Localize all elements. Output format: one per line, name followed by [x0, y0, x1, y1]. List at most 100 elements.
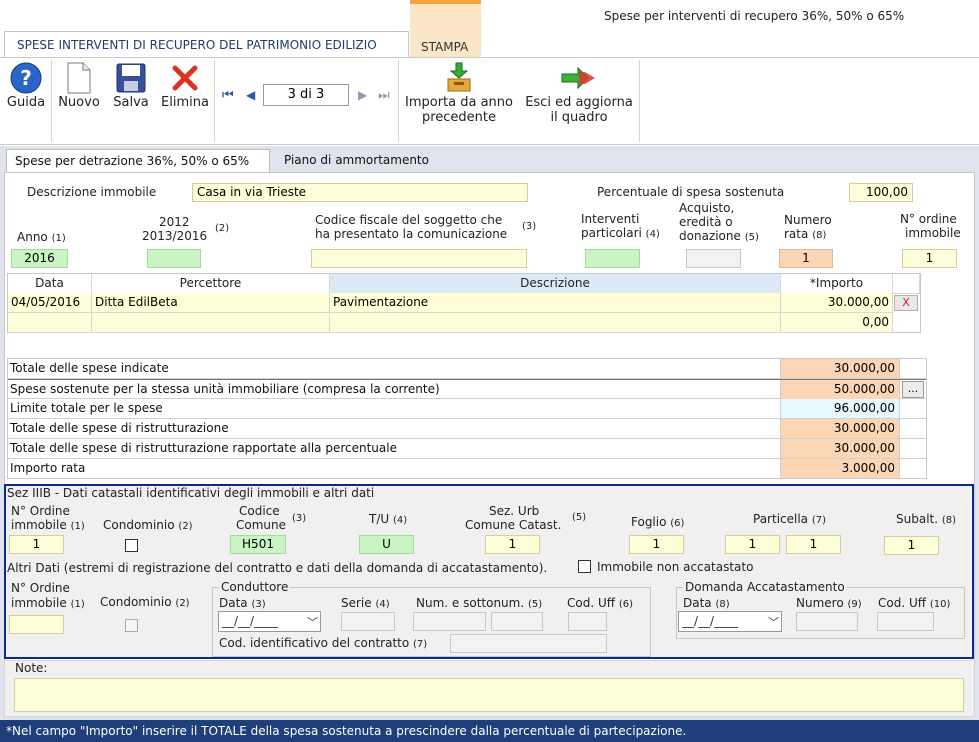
table-cell-data[interactable]: [8, 313, 92, 333]
descr-label: Descrizione immobile: [27, 185, 157, 199]
sez-cc-label-2: Comune: [236, 518, 287, 532]
particella-input-1[interactable]: 1: [725, 535, 780, 554]
table-cell-data[interactable]: 04/05/2016: [8, 293, 92, 313]
table-cell-percettore[interactable]: [92, 313, 330, 333]
y-note: (2): [215, 223, 230, 234]
grid-header-blank: [893, 274, 920, 294]
int-label-2: particolari (4): [581, 226, 660, 240]
subalterno-input[interactable]: 1: [884, 536, 939, 555]
save-label: Salva: [113, 95, 149, 110]
sez-tu-label: T/U (4): [369, 512, 408, 526]
sezione-urbana-input[interactable]: 1: [485, 535, 540, 554]
totals-label: Importo rata: [10, 461, 86, 475]
sez-sub-label: Subalt. (8): [896, 512, 957, 526]
chevron-down-icon[interactable]: ﹀: [307, 613, 318, 632]
domanda-numero-input: [796, 612, 858, 631]
subtab-piano-ammortamento[interactable]: Piano di ammortamento: [284, 153, 429, 167]
note-label: Note:: [15, 661, 48, 675]
codice-comune-input[interactable]: H501: [230, 535, 286, 554]
save-icon: [116, 63, 146, 93]
last-record-icon[interactable]: ⏭: [378, 88, 390, 103]
grid-header-percettore[interactable]: Percettore: [92, 274, 330, 294]
rata-label-1: Numero: [784, 213, 832, 227]
totals-row: Totale delle spese di ristrutturazione r…: [8, 439, 926, 459]
help-button[interactable]: ? Guida: [4, 58, 48, 144]
subtab-spese-detrazione[interactable]: Spese per detrazione 36%, 50% o 65%: [6, 149, 270, 173]
cod-uff-input: [568, 612, 607, 631]
c-uff-label: Cod. Uff (6): [567, 596, 634, 610]
ord-label-2: immobile: [905, 226, 961, 240]
int-label-1: Interventi: [581, 212, 640, 226]
foglio-input[interactable]: 1: [629, 535, 684, 554]
note-textarea[interactable]: [14, 678, 964, 712]
chevron-down-icon[interactable]: ﹀: [768, 613, 779, 632]
conduttore-date-picker[interactable]: __/__/____ ﹀: [218, 611, 321, 632]
totals-row: Limite totale per le spese 96.000,00: [8, 399, 926, 419]
domanda-date-picker[interactable]: __/__/____ ﹀: [678, 611, 782, 632]
altri-condominio-checkbox: [125, 619, 138, 632]
table-cell-descrizione[interactable]: Pavimentazione: [330, 293, 781, 313]
domanda-title: Domanda Accatastamento: [683, 580, 847, 594]
interventi-particolari-input[interactable]: [585, 249, 640, 268]
rata-label-2: rata (8): [784, 227, 827, 241]
totals-label: Spese sostenute per la stessa unità immo…: [10, 382, 440, 396]
ordine-immobile-input[interactable]: 1: [902, 249, 957, 268]
d-uff-label: Cod. Uff (10): [878, 596, 951, 610]
descrizione-immobile-input[interactable]: Casa in via Trieste: [192, 183, 528, 202]
c-serie-label: Serie (4): [341, 596, 390, 610]
acq-label-2: eredità o: [679, 215, 733, 229]
exit-update-button[interactable]: Esci ed aggiorna il quadro: [520, 58, 638, 144]
codice-fiscale-input[interactable]: [311, 249, 527, 268]
table-cell-importo[interactable]: 30.000,00: [781, 293, 893, 313]
tab-spese-interventi[interactable]: SPESE INTERVENTI DI RECUPERO DEL PATRIMO…: [4, 31, 409, 57]
help-icon: ?: [10, 62, 42, 94]
cf-label-1: Codice fiscale del soggetto che: [315, 213, 503, 227]
totals-label: Limite totale per le spese: [10, 401, 163, 415]
particella-input-2[interactable]: 1: [786, 535, 841, 554]
y2012-input[interactable]: [147, 249, 201, 268]
table-cell-percettore[interactable]: Ditta EdilBeta: [92, 293, 330, 313]
window-title: Spese per interventi di recupero 36%, 50…: [604, 9, 905, 23]
sez-sez-note: (5): [572, 512, 587, 523]
totals-row: Spese sostenute per la stessa unità immo…: [8, 379, 926, 399]
sez-part-label: Particella (7): [753, 512, 827, 526]
y2012-label: 2012: [159, 215, 190, 229]
immobile-non-accatastato-checkbox[interactable]: [578, 560, 591, 573]
grid-header-data[interactable]: Data: [8, 274, 92, 294]
previous-record-icon[interactable]: ◀: [246, 88, 255, 102]
next-record-icon[interactable]: ▶: [358, 88, 367, 102]
separator: [639, 60, 640, 142]
totals-label: Totale delle spese di ristrutturazione r…: [10, 441, 397, 455]
anno-input[interactable]: 2016: [11, 249, 68, 268]
delete-button[interactable]: Elimina: [160, 58, 210, 144]
first-record-icon[interactable]: ⏮: [222, 88, 234, 103]
delete-x-icon: [172, 65, 198, 91]
condominio-checkbox[interactable]: [125, 539, 138, 552]
percentuale-input[interactable]: 100,00: [849, 183, 913, 202]
serie-input: [341, 612, 395, 631]
new-button[interactable]: Nuovo: [56, 58, 102, 144]
totals-row: Totale delle spese indicate 30.000,00: [8, 359, 926, 379]
record-position-field[interactable]: 3 di 3: [263, 84, 349, 106]
totals-value: 50.000,00: [780, 380, 900, 399]
altri-ordine-input[interactable]: [9, 615, 64, 634]
grid-header-descrizione[interactable]: Descrizione: [330, 274, 781, 294]
sez-ordine-input[interactable]: 1: [9, 535, 64, 554]
d-numero-label: Numero (9): [796, 596, 862, 610]
separator: [51, 60, 52, 142]
delete-row-button[interactable]: X: [894, 295, 918, 311]
totals-value: 30.000,00: [780, 359, 900, 378]
detail-button[interactable]: ...: [902, 381, 924, 398]
table-cell-descrizione[interactable]: [330, 313, 781, 333]
numero-rata-input[interactable]: 1: [779, 249, 833, 268]
grid-header-importo[interactable]: *Importo: [781, 274, 893, 294]
tab-stampa[interactable]: STAMPA: [410, 0, 481, 57]
import-previous-year-button[interactable]: Importa da anno precedente: [402, 58, 516, 144]
separator: [214, 60, 215, 142]
tu-input[interactable]: U: [359, 535, 414, 554]
table-cell-importo[interactable]: 0,00: [781, 313, 893, 333]
save-button[interactable]: Salva: [108, 58, 154, 144]
totals-value: 30.000,00: [780, 439, 900, 458]
date-placeholder: __/__/____: [222, 614, 279, 628]
ord-label-1: N° ordine: [900, 212, 957, 226]
